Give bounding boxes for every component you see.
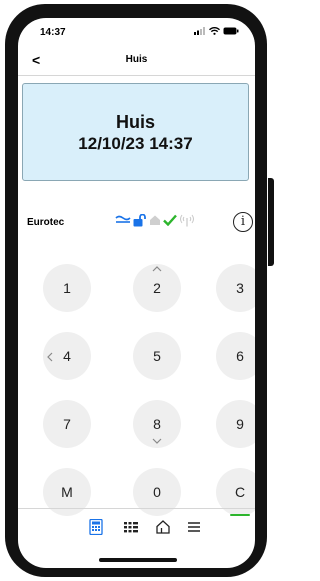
key-9[interactable]: 9	[216, 400, 255, 448]
alarm-status-row: Eurotec i	[18, 208, 255, 238]
down-chevron-icon	[152, 438, 162, 444]
screen: 14:37 < Huis Huis 12/10/23 14:37 Eurotec…	[18, 18, 255, 568]
cellular-signal-icon	[194, 27, 205, 35]
lcd-display: Huis 12/10/23 14:37	[22, 83, 249, 181]
mains-power-icon	[115, 215, 131, 223]
key-7[interactable]: 7	[43, 400, 91, 448]
info-button[interactable]: i	[233, 212, 253, 232]
left-chevron-icon	[47, 352, 53, 362]
status-bar: 14:37	[18, 18, 255, 48]
signal-tower-icon	[180, 214, 194, 227]
display-line-2: 12/10/23 14:37	[78, 134, 193, 153]
page-title: Huis	[125, 54, 148, 65]
display-line-1: Huis	[115, 112, 155, 132]
brand-label: Eurotec	[27, 217, 65, 228]
nav-bar: < Huis	[18, 49, 255, 76]
key-3[interactable]: 3	[216, 264, 255, 312]
clock: 14:37	[40, 27, 66, 38]
grid-tab-icon[interactable]	[123, 519, 139, 535]
home-indicator[interactable]	[99, 558, 177, 562]
key-5[interactable]: 5	[133, 332, 181, 380]
menu-tab-icon[interactable]	[186, 519, 202, 535]
tab-bar	[18, 508, 255, 545]
side-button	[268, 178, 274, 266]
key-1[interactable]: 1	[43, 264, 91, 312]
up-chevron-icon	[152, 266, 162, 272]
status-icons	[194, 27, 239, 35]
check-icon	[163, 214, 177, 226]
home-grey-icon	[150, 215, 160, 225]
phone-frame: 14:37 < Huis Huis 12/10/23 14:37 Eurotec…	[5, 4, 267, 577]
battery-icon	[223, 27, 239, 35]
keypad-tab-icon[interactable]	[88, 519, 104, 535]
wifi-icon	[209, 27, 220, 35]
key-6[interactable]: 6	[216, 332, 255, 380]
home-tab-icon[interactable]	[155, 519, 171, 535]
unlocked-icon	[133, 214, 146, 227]
